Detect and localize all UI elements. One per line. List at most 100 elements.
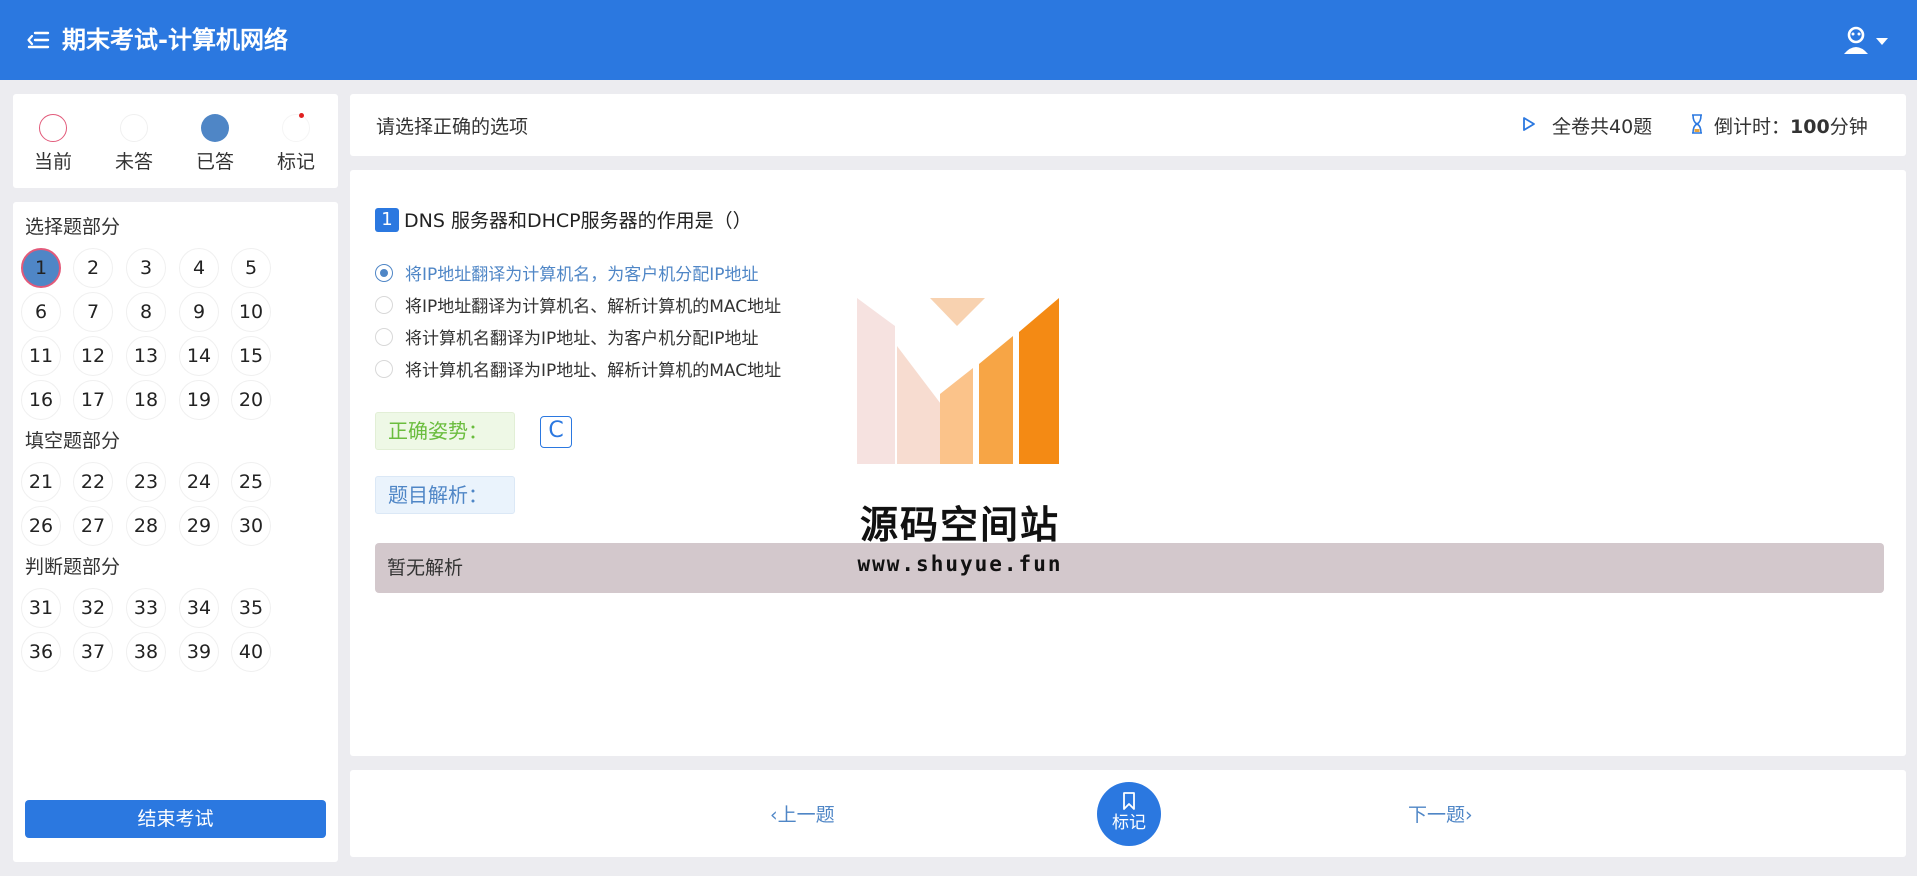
question-nav-20[interactable]: 20: [231, 380, 271, 420]
question-nav-9[interactable]: 9: [179, 292, 219, 332]
watermark-name: 源码空间站: [859, 503, 1060, 547]
watermark-logo-icon: [857, 298, 1059, 464]
section-title: 选择题部分: [25, 216, 121, 238]
question-nav-3[interactable]: 3: [126, 248, 166, 288]
question-nav-15[interactable]: 15: [231, 336, 271, 376]
countdown-unit: 分钟: [1829, 116, 1868, 138]
question-navigator: 结束考试 选择题部分 1 2 3 4 5 6 7 8 9 10 11 12 13 14 15 16 17 18 19 2…: [13, 202, 338, 862]
option-a[interactable]: 将IP地址翻译为计算机名，为客户机分配IP地址: [375, 260, 759, 285]
analysis-label: 题目解析：: [375, 476, 515, 514]
question-nav-4[interactable]: 4: [179, 248, 219, 288]
section-title: 判断题部分: [25, 556, 121, 578]
marked-dot-icon: [282, 113, 310, 142]
question-nav-32[interactable]: 32: [73, 588, 113, 628]
question-nav-16[interactable]: 16: [21, 380, 61, 420]
countdown: 倒计时：100分钟: [1714, 112, 1868, 139]
question-nav-14[interactable]: 14: [179, 336, 219, 376]
correct-answer-value: C: [540, 416, 572, 448]
bookmark-icon: [1123, 792, 1135, 810]
info-bar: 请选择正确的选项 全卷共40题 倒计时：100分钟: [350, 94, 1906, 156]
question-nav-6[interactable]: 6: [21, 292, 61, 332]
radio-icon[interactable]: [375, 295, 393, 314]
mark-question-button[interactable]: 标记: [1097, 782, 1161, 846]
legend-unanswered: 未答: [104, 114, 164, 174]
legend-label: 已答: [195, 151, 234, 173]
next-question-button[interactable]: 下一题›: [1408, 800, 1473, 827]
answered-dot-icon: [201, 114, 229, 142]
legend-label: 未答: [114, 151, 153, 173]
question-nav-38[interactable]: 38: [126, 632, 166, 672]
question-nav-30[interactable]: 30: [231, 506, 271, 546]
question-number-badge: 1: [375, 208, 399, 232]
question-nav-27[interactable]: 27: [73, 506, 113, 546]
legend-marked: 标记: [266, 113, 326, 174]
option-text: 将计算机名翻译为IP地址、为客户机分配IP地址: [405, 329, 759, 349]
bottom-navigation: ‹上一题 标记 下一题›: [350, 770, 1906, 857]
question-nav-11[interactable]: 11: [21, 336, 61, 376]
question-nav-22[interactable]: 22: [73, 462, 113, 502]
instruction-text: 请选择正确的选项: [376, 116, 529, 138]
next-label: 下一题: [1408, 804, 1466, 826]
previous-question-button[interactable]: ‹上一题: [770, 800, 835, 827]
finish-exam-button[interactable]: 结束考试: [25, 800, 326, 838]
question-nav-33[interactable]: 33: [126, 588, 166, 628]
status-legend: 当前 未答 已答 标记: [13, 94, 338, 188]
current-dot-icon: [39, 114, 67, 142]
question-nav-1[interactable]: 1: [21, 248, 61, 288]
chevron-left-icon: ‹: [770, 804, 778, 826]
question-nav-26[interactable]: 26: [21, 506, 61, 546]
option-d[interactable]: 将计算机名翻译为IP地址、解析计算机的MAC地址: [375, 356, 781, 381]
question-nav-36[interactable]: 36: [21, 632, 61, 672]
menu-icon[interactable]: [26, 28, 50, 52]
question-nav-35[interactable]: 35: [231, 588, 271, 628]
total-questions: 全卷共40题: [1552, 116, 1653, 138]
app-header: 期末考试-计算机网络: [0, 0, 1917, 80]
question-nav-19[interactable]: 19: [179, 380, 219, 420]
mark-label: 标记: [1112, 813, 1146, 833]
question-nav-31[interactable]: 31: [21, 588, 61, 628]
question-nav-2[interactable]: 2: [73, 248, 113, 288]
question-nav-28[interactable]: 28: [126, 506, 166, 546]
legend-answered: 已答: [185, 114, 245, 174]
prev-label: 上一题: [777, 804, 835, 826]
question-nav-12[interactable]: 12: [73, 336, 113, 376]
unanswered-dot-icon: [120, 114, 148, 142]
question-nav-29[interactable]: 29: [179, 506, 219, 546]
countdown-value: 100: [1790, 116, 1830, 138]
legend-current: 当前: [23, 114, 83, 174]
option-text: 将IP地址翻译为计算机名，为客户机分配IP地址: [405, 265, 759, 285]
chevron-right-icon: ›: [1465, 804, 1473, 826]
question-nav-13[interactable]: 13: [126, 336, 166, 376]
option-c[interactable]: 将计算机名翻译为IP地址、为客户机分配IP地址: [375, 324, 759, 349]
question-text: DNS 服务器和DHCP服务器的作用是（）: [404, 210, 752, 232]
question-nav-24[interactable]: 24: [179, 462, 219, 502]
question-nav-37[interactable]: 37: [73, 632, 113, 672]
question-nav-17[interactable]: 17: [73, 380, 113, 420]
radio-selected-icon[interactable]: [375, 263, 393, 282]
question-nav-18[interactable]: 18: [126, 380, 166, 420]
analysis-content: 暂无解析: [375, 543, 1884, 593]
countdown-prefix: 倒计时：: [1714, 116, 1791, 138]
question-nav-25[interactable]: 25: [231, 462, 271, 502]
question-nav-40[interactable]: 40: [231, 632, 271, 672]
user-menu-icon[interactable]: [1840, 24, 1890, 58]
question-card: 1 DNS 服务器和DHCP服务器的作用是（） 将IP地址翻译为计算机名，为客户…: [350, 170, 1906, 756]
option-text: 将IP地址翻译为计算机名、解析计算机的MAC地址: [405, 297, 782, 317]
question-nav-34[interactable]: 34: [179, 588, 219, 628]
question-nav-39[interactable]: 39: [179, 632, 219, 672]
legend-label: 当前: [33, 151, 72, 173]
question-nav-21[interactable]: 21: [21, 462, 61, 502]
question-nav-23[interactable]: 23: [126, 462, 166, 502]
question-nav-7[interactable]: 7: [73, 292, 113, 332]
question-nav-10[interactable]: 10: [231, 292, 271, 332]
radio-icon[interactable]: [375, 359, 393, 378]
question-nav-8[interactable]: 8: [126, 292, 166, 332]
exam-title: 期末考试-计算机网络: [62, 26, 288, 54]
radio-icon[interactable]: [375, 327, 393, 346]
legend-label: 标记: [276, 151, 315, 173]
option-b[interactable]: 将IP地址翻译为计算机名、解析计算机的MAC地址: [375, 292, 781, 317]
question-nav-5[interactable]: 5: [231, 248, 271, 288]
play-icon: [1523, 117, 1535, 131]
option-text: 将计算机名翻译为IP地址、解析计算机的MAC地址: [405, 361, 782, 381]
hourglass-icon: [1692, 114, 1702, 134]
